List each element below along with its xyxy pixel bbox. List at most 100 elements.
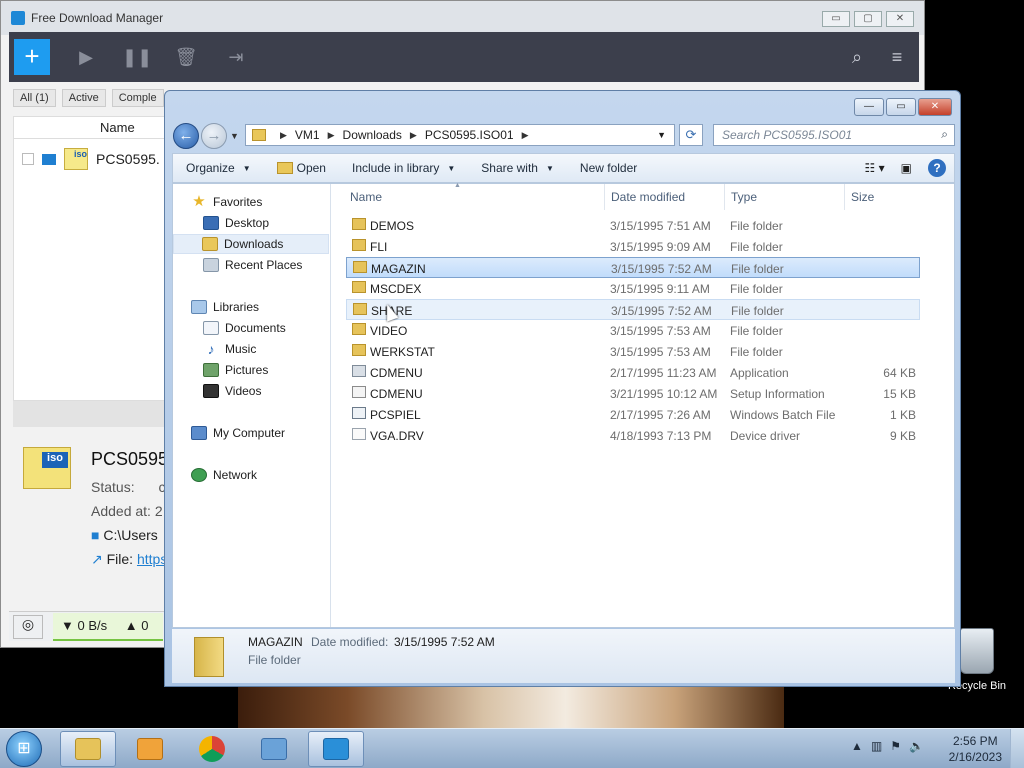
show-desktop-button[interactable] [1010, 729, 1024, 768]
folder-icon[interactable] [42, 153, 56, 165]
tray-expand-icon[interactable]: ▲ [851, 739, 863, 753]
minimize-button[interactable]: — [854, 98, 884, 116]
recent-pages-dropdown[interactable]: ▼ [230, 131, 239, 141]
refresh-button[interactable]: ⟳ [679, 124, 703, 146]
tab-completed[interactable]: Comple [111, 89, 164, 107]
clock[interactable]: 2:56 PM 2/16/2023 [949, 733, 1002, 765]
move-icon[interactable]: ⇥ [222, 43, 250, 71]
share-with-button[interactable]: Share with ▼ [468, 161, 567, 175]
breadcrumb-vm1[interactable]: VM1 [295, 128, 320, 142]
taskbar-chrome[interactable] [184, 731, 240, 767]
details-date-label: Date modified: [311, 635, 389, 649]
nav-downloads[interactable]: Downloads [173, 234, 329, 254]
detail-path[interactable]: ■ C:\Users [91, 527, 158, 543]
fdm-maximize-button[interactable]: ▢ [854, 11, 882, 27]
resume-icon[interactable]: ▶ [72, 43, 100, 71]
row-checkbox[interactable] [22, 153, 34, 165]
column-header-name[interactable]: Name [14, 117, 172, 139]
view-options-icon[interactable]: ☷ ▾ [865, 161, 885, 175]
sort-caret-icon: ▲ [454, 182, 461, 189]
taskbar-network-app[interactable] [246, 731, 302, 767]
download-speed: ▼ 0 B/s ▲ 0 [53, 612, 163, 641]
search-icon[interactable]: ⌕ [941, 127, 948, 142]
breadcrumb-current[interactable]: PCS0595.ISO01 [425, 128, 514, 142]
nav-network[interactable]: Network [191, 465, 257, 485]
detail-file[interactable]: ↗ File: https: [91, 551, 171, 568]
back-button[interactable]: ← [173, 123, 199, 149]
action-center-icon[interactable]: ⚑ [890, 739, 901, 753]
detail-status: Status: c [91, 479, 166, 495]
nav-favorites[interactable]: ★ Favorites [191, 192, 262, 212]
fdm-icon [323, 738, 349, 760]
file-row-selected[interactable]: MAGAZIN 3/15/1995 7:52 AM File folder [346, 257, 920, 278]
organize-button[interactable]: Organize ▼ [173, 161, 264, 175]
setup-information-icon [352, 386, 366, 398]
fdm-close-button[interactable]: ✕ [886, 11, 914, 27]
fdm-toolbar: + ▶ ❚❚ 🗑 ⇥ ⌕ ≡ [9, 32, 919, 82]
detail-title: PCS0595 [91, 449, 169, 469]
file-row[interactable]: VIDEO 3/15/1995 7:53 AM File folder [346, 320, 920, 341]
file-row[interactable]: WERKSTAT 3/15/1995 7:53 AM File folder [346, 341, 920, 362]
column-name[interactable]: Name [350, 190, 382, 204]
documents-icon [203, 321, 219, 335]
preview-pane-icon[interactable]: ▣ [901, 161, 912, 175]
details-type: File folder [248, 653, 301, 667]
file-row-hovered[interactable]: SHARE 3/15/1995 7:52 AM File folder [346, 299, 920, 320]
fdm-title: Free Download Manager [31, 11, 164, 25]
breadcrumb-downloads[interactable]: Downloads [343, 128, 402, 142]
close-button[interactable]: ✕ [918, 98, 952, 116]
search-input[interactable]: Search PCS0595.ISO01 ⌕ [713, 124, 955, 146]
nav-recent-places[interactable]: Recent Places [203, 255, 302, 275]
taskbar-media-player[interactable] [122, 731, 178, 767]
pause-icon[interactable]: ❚❚ [122, 43, 152, 71]
file-row[interactable]: CDMENU 3/21/1995 10:12 AM Setup Informatio… [346, 383, 920, 404]
nav-libraries[interactable]: Libraries [191, 297, 259, 317]
navigation-pane: ★ Favorites Desktop Downloads Recent Plac… [173, 184, 331, 627]
add-download-button[interactable]: + [14, 39, 50, 75]
speed-limit-icon[interactable]: ◎ [13, 614, 43, 639]
taskbar-fdm[interactable] [308, 731, 364, 767]
explorer-content: ★ Favorites Desktop Downloads Recent Plac… [172, 182, 955, 628]
fdm-splitter[interactable] [13, 401, 173, 427]
network-tray-icon[interactable]: ▥ [871, 739, 882, 753]
tab-active[interactable]: Active [61, 89, 106, 107]
menu-icon[interactable]: ≡ [885, 47, 909, 68]
new-folder-button[interactable]: New folder [567, 161, 650, 175]
volume-icon[interactable]: 🔈 [909, 739, 924, 753]
nav-my-computer[interactable]: My Computer [191, 423, 285, 443]
fdm-minimize-button[interactable]: ▭ [822, 11, 850, 27]
file-row[interactable]: CDMENU 2/17/1995 11:23 AM Application 64 KB [346, 362, 920, 383]
nav-pictures[interactable]: Pictures [203, 360, 268, 380]
start-button[interactable]: ⊞ [6, 731, 42, 767]
search-icon[interactable]: ⌕ [845, 47, 869, 68]
download-row[interactable]: iso PCS0595. [14, 139, 172, 179]
column-date-modified[interactable]: Date modified [611, 190, 685, 204]
forward-button[interactable]: → [201, 123, 227, 149]
nav-videos[interactable]: Videos [203, 381, 261, 401]
address-dropdown[interactable]: ▼ [657, 130, 666, 140]
folder-icon [352, 239, 366, 251]
delete-icon[interactable]: 🗑 [172, 43, 200, 71]
column-size[interactable]: Size [851, 190, 874, 204]
include-in-library-button[interactable]: Include in library ▼ [339, 161, 468, 175]
help-icon[interactable]: ? [928, 159, 946, 177]
fdm-titlebar[interactable]: Free Download Manager ▭ ▢ ✕ [1, 1, 924, 35]
navigation-bar: ← → ▼ ▶ VM1 ▶ Downloads ▶ PCS0595.ISO01 ▶ ▼… [173, 121, 956, 151]
tab-all[interactable]: All (1) [13, 89, 56, 107]
folder-icon [252, 129, 266, 141]
file-row[interactable]: VGA.DRV 4/18/1993 7:13 PM Device driver 9 K… [346, 425, 920, 446]
details-pane: MAGAZIN Date modified: 3/15/1995 7:52 AM… [172, 629, 955, 683]
file-row[interactable]: PCSPIEL 2/17/1995 7:26 AM Windows Batch Fi… [346, 404, 920, 425]
address-bar[interactable]: ▶ VM1 ▶ Downloads ▶ PCS0595.ISO01 ▶ ▼ [245, 124, 675, 146]
open-button[interactable]: Open [264, 161, 339, 175]
nav-music[interactable]: ♪ Music [203, 339, 257, 359]
taskbar-explorer[interactable] [60, 731, 116, 767]
file-row[interactable]: FLI 3/15/1995 9:09 AM File folder [346, 236, 920, 257]
nav-documents[interactable]: Documents [203, 318, 286, 338]
maximize-button[interactable]: ▭ [886, 98, 916, 116]
details-name: MAGAZIN [248, 635, 303, 649]
nav-desktop[interactable]: Desktop [203, 213, 269, 233]
column-type[interactable]: Type [731, 190, 757, 204]
file-row[interactable]: MSCDEX 3/15/1995 9:11 AM File folder [346, 278, 920, 299]
file-row[interactable]: DEMOS 3/15/1995 7:51 AM File folder [346, 215, 920, 236]
